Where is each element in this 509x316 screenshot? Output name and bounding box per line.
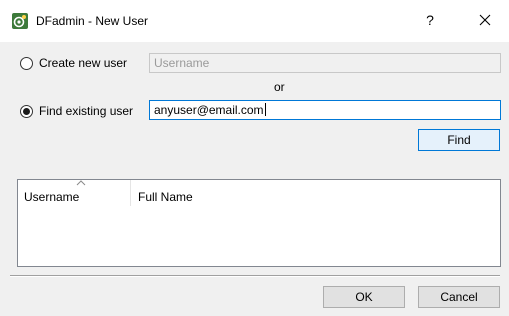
radio-selected-dot bbox=[23, 108, 30, 115]
create-user-label[interactable]: Create new user bbox=[39, 55, 127, 71]
column-header-full-name[interactable]: Full Name bbox=[138, 180, 338, 206]
title-bar: DFadmin - New User ? bbox=[0, 0, 509, 42]
find-button[interactable]: Find bbox=[418, 129, 500, 151]
find-user-radio[interactable] bbox=[20, 105, 33, 118]
username-input[interactable]: Username bbox=[149, 53, 501, 73]
find-user-value: anyuser@email.com bbox=[154, 103, 264, 117]
text-caret bbox=[264, 103, 266, 116]
or-label: or bbox=[274, 80, 285, 94]
column-header-username[interactable]: Username bbox=[24, 180, 132, 206]
find-user-label[interactable]: Find existing user bbox=[39, 103, 133, 119]
create-user-radio[interactable] bbox=[20, 57, 33, 70]
find-user-input[interactable]: anyuser@email.com bbox=[149, 100, 501, 120]
close-icon bbox=[479, 14, 491, 26]
cancel-button[interactable]: Cancel bbox=[418, 286, 500, 308]
ok-button[interactable]: OK bbox=[323, 286, 405, 308]
app-icon bbox=[12, 13, 28, 29]
close-button[interactable] bbox=[474, 10, 496, 30]
username-placeholder: Username bbox=[154, 56, 210, 70]
help-button[interactable]: ? bbox=[420, 10, 440, 30]
dialog-body: Create new user Username or Find existin… bbox=[0, 42, 509, 316]
window-title: DFadmin - New User bbox=[36, 14, 149, 28]
column-separator[interactable] bbox=[130, 180, 131, 206]
results-table[interactable]: Username Full Name bbox=[17, 179, 501, 267]
footer-divider-highlight bbox=[10, 276, 500, 277]
